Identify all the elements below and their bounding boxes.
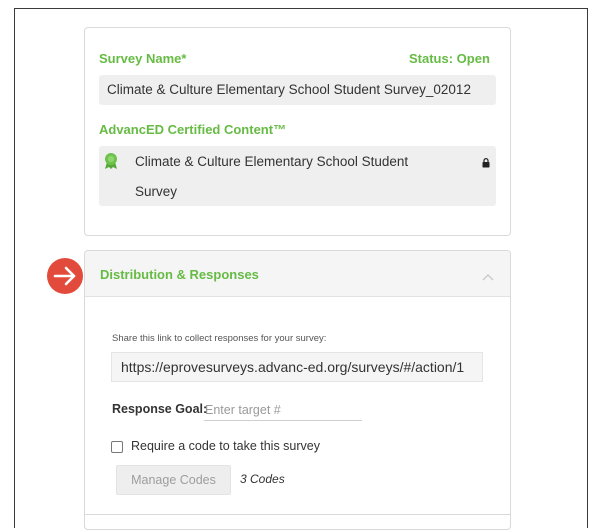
- codes-count: 3 Codes: [240, 472, 285, 486]
- require-code-checkbox[interactable]: [111, 441, 123, 453]
- certified-content-field: Climate & Culture Elementary School Stud…: [99, 146, 496, 206]
- ribbon-badge-icon: [104, 152, 118, 173]
- distribution-header[interactable]: Distribution & Responses: [85, 251, 510, 297]
- share-url-field[interactable]: https://eprovesurveys.advanc-ed.org/surv…: [111, 352, 483, 382]
- share-link-instructions: Share this link to collect responses for…: [112, 333, 327, 344]
- response-goal-input[interactable]: [204, 400, 362, 421]
- survey-name-label: Survey Name*: [99, 51, 187, 66]
- response-goal-label: Response Goal:: [112, 402, 208, 416]
- certified-content-line1: Climate & Culture Elementary School Stud…: [135, 154, 409, 169]
- status-label: Status: Open: [409, 51, 490, 66]
- require-code-label[interactable]: Require a code to take this survey: [131, 439, 320, 453]
- chevron-up-icon[interactable]: [482, 268, 494, 286]
- survey-name-field[interactable]: Climate & Culture Elementary School Stud…: [99, 75, 496, 105]
- arrow-right-circle-icon: [47, 258, 83, 294]
- survey-name-value: Climate & Culture Elementary School Stud…: [107, 82, 471, 97]
- manage-codes-label: Manage Codes: [131, 473, 216, 487]
- manage-codes-button[interactable]: Manage Codes: [116, 465, 231, 495]
- share-url-value: https://eprovesurveys.advanc-ed.org/surv…: [121, 359, 465, 375]
- section-divider: [84, 514, 511, 515]
- certified-content-label: AdvancED Certified Content™: [99, 122, 287, 137]
- distribution-title: Distribution & Responses: [100, 267, 259, 282]
- lock-icon: [482, 156, 490, 171]
- certified-content-line2: Survey: [135, 184, 178, 199]
